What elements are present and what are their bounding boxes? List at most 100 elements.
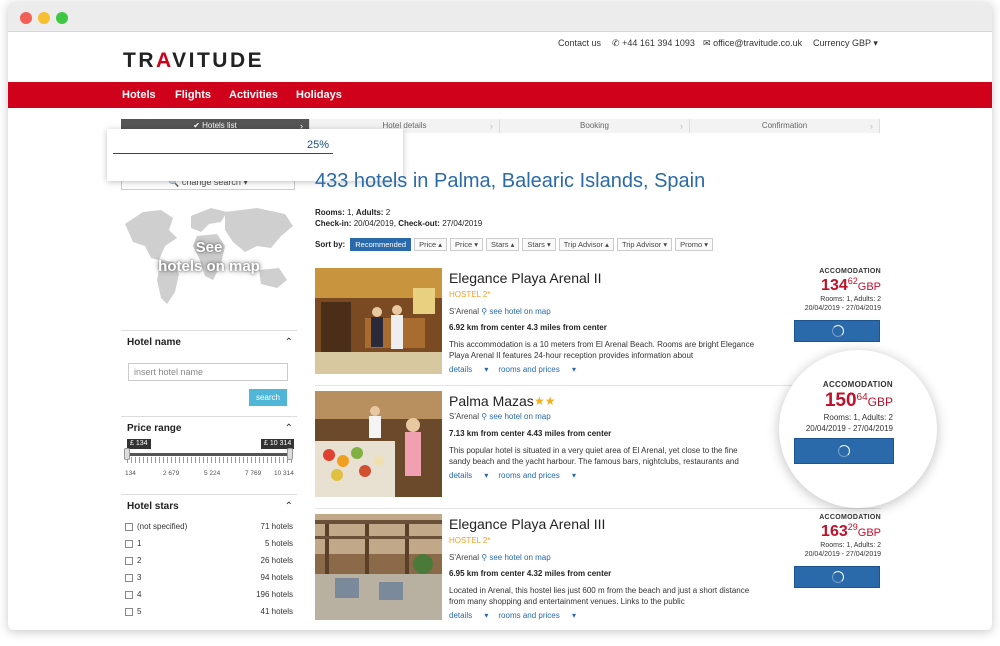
sort-stars-asc[interactable]: Stars ▴ — [486, 237, 520, 251]
chevron-up-icon[interactable]: ⌃ — [285, 423, 293, 434]
travitude-logo[interactable]: TRAVITUDE — [123, 49, 264, 73]
hotel-type: HOSTEL 2* — [449, 290, 491, 299]
rooms-prices-toggle[interactable]: rooms and prices ▾ — [498, 471, 576, 480]
price-decimal: 62 — [847, 276, 858, 286]
price-tick: 10 314 — [274, 470, 294, 477]
sort-btn-label: Price — [455, 239, 473, 249]
stars-option-5[interactable]: 5 41 hotels — [125, 606, 293, 620]
checkbox[interactable] — [125, 523, 133, 531]
price-integer: 163 — [821, 523, 848, 540]
details-toggle[interactable]: details ▾ — [449, 365, 488, 374]
filter-title: Hotel name — [127, 337, 181, 348]
checkbox[interactable] — [125, 591, 133, 599]
checkin-value: 20/04/2019, — [353, 219, 396, 228]
see-on-map-label: See hotels on map — [121, 238, 297, 276]
sort-tripadvisor-asc[interactable]: Trip Advisor ▴ — [558, 237, 614, 251]
hotel-name-input[interactable]: insert hotel name — [128, 363, 288, 381]
sort-price-desc[interactable]: Price ▾ — [450, 237, 483, 251]
price-range-filter: Price range ⌃ £ 134 £ 10 314 134 2 679 5… — [121, 416, 297, 494]
price-min-handle[interactable] — [124, 448, 130, 460]
stars-option-1[interactable]: 1 5 hotels — [125, 538, 293, 552]
hotel-location: S'Arenal ⚲ see hotel on map — [449, 412, 551, 421]
main-nav: Hotels Flights Activities Holidays — [8, 82, 992, 108]
checkbox[interactable] — [125, 540, 133, 548]
step-label: Booking — [580, 121, 609, 130]
sort-btn-label: Price — [419, 239, 437, 249]
select-hotel-button[interactable] — [794, 438, 894, 464]
email-link[interactable]: ✉ office@travitude.co.uk — [703, 38, 802, 49]
rooms-prices-toggle[interactable]: rooms and prices ▾ — [498, 611, 576, 620]
details-toggle[interactable]: details ▾ — [449, 611, 488, 620]
hotel-card: Elegance Playa Arenal III HOSTEL 2* S'Ar… — [315, 514, 881, 630]
checkout-value: 27/04/2019 — [442, 219, 483, 228]
checkbox[interactable] — [125, 557, 133, 565]
stars-option-count: 26 hotels — [260, 556, 293, 565]
stars-option-3[interactable]: 3 94 hotels — [125, 572, 293, 586]
nav-holidays[interactable]: Holidays — [296, 89, 342, 101]
sort-price-asc[interactable]: Price ▴ — [414, 237, 448, 251]
chevron-right-icon: › — [680, 121, 683, 131]
select-hotel-button[interactable] — [794, 320, 880, 342]
price-slider-track[interactable] — [127, 453, 292, 456]
hotel-name[interactable]: Palma Mazas — [449, 393, 534, 409]
hotels-map-button[interactable]: See hotels on map — [121, 202, 297, 310]
sort-recommended[interactable]: Recommended — [350, 237, 412, 251]
see-on-map-link[interactable]: ⚲ see hotel on map — [481, 412, 550, 421]
hotel-photo-image — [315, 268, 442, 374]
currency-dropdown[interactable]: Currency GBP ▾ — [813, 38, 878, 49]
nav-hotels[interactable]: Hotels — [122, 89, 156, 101]
price-box: ACCOMODATION 16329GBP Rooms: 1, Adults: … — [789, 514, 881, 559]
price-max-handle[interactable] — [287, 448, 293, 460]
hotel-type: HOSTEL 2* — [449, 536, 491, 545]
stars-option-2[interactable]: 2 26 hotels — [125, 555, 293, 569]
minimize-window-icon[interactable] — [38, 12, 50, 24]
map-pin-icon: ⚲ — [481, 307, 488, 316]
price-currency: GBP — [867, 395, 893, 409]
details-toggle[interactable]: details ▾ — [449, 471, 488, 480]
chevron-up-icon[interactable]: ⌃ — [285, 501, 293, 512]
hotel-name[interactable]: Elegance Playa Arenal III — [449, 516, 605, 532]
see-on-map-link[interactable]: ⚲ see hotel on map — [481, 553, 550, 562]
price-tick: 134 — [125, 470, 136, 477]
sort-tripadvisor-desc[interactable]: Trip Advisor ▾ — [616, 237, 673, 251]
hotel-name[interactable]: Elegance Playa Arenal II — [449, 270, 602, 286]
sort-btn-label: Stars — [491, 239, 509, 249]
stars-option-4[interactable]: 4 196 hotels — [125, 589, 293, 603]
hotel-photo[interactable] — [315, 391, 442, 497]
see-on-map-link[interactable]: ⚲ see hotel on map — [481, 307, 550, 316]
rooms-prices-toggle[interactable]: rooms and prices ▾ — [498, 365, 576, 374]
hotel-name-search-button[interactable]: search — [249, 389, 287, 406]
map-label-line: See — [195, 239, 223, 256]
step-confirmation[interactable]: Confirmation › — [690, 119, 880, 133]
price-dates: 20/04/2019 - 27/04/2019 — [805, 424, 893, 433]
hotel-star-rating: ★★ — [534, 394, 556, 408]
window-titlebar — [8, 2, 992, 32]
maximize-window-icon[interactable] — [56, 12, 68, 24]
checkbox[interactable] — [125, 608, 133, 616]
price-amount: 15064GBP — [793, 390, 893, 412]
chevron-right-icon: › — [870, 121, 873, 131]
chevron-up-icon[interactable]: ⌃ — [285, 337, 293, 348]
close-window-icon[interactable] — [20, 12, 32, 24]
price-decimal: 64 — [856, 392, 868, 403]
hotel-photo[interactable] — [315, 514, 442, 620]
stars-option-none[interactable]: (not specified) 71 hotels — [125, 521, 293, 535]
sort-stars-desc[interactable]: Stars ▾ — [522, 237, 556, 251]
price-tick: 5 224 — [204, 470, 221, 477]
sort-btn-label: Promo — [680, 239, 703, 249]
adults-label: Adults: — [355, 208, 384, 217]
hotel-location: S'Arenal ⚲ see hotel on map — [449, 553, 551, 562]
nav-flights[interactable]: Flights — [175, 89, 211, 101]
nav-activities[interactable]: Activities — [229, 89, 278, 101]
stars-option-count: 5 hotels — [264, 539, 293, 548]
step-booking[interactable]: Booking › — [500, 119, 690, 133]
stars-option-label: 4 — [137, 590, 142, 599]
sort-promo[interactable]: Promo ▾ — [675, 237, 714, 251]
hotel-photo[interactable] — [315, 268, 442, 374]
checkbox[interactable] — [125, 574, 133, 582]
price-tick: 7 769 — [245, 470, 262, 477]
filter-title: Hotel stars — [127, 501, 179, 512]
contact-link[interactable]: Contact us — [558, 38, 601, 48]
phone-link[interactable]: ✆ +44 161 394 1093 — [612, 38, 695, 49]
select-hotel-button[interactable] — [794, 566, 880, 588]
